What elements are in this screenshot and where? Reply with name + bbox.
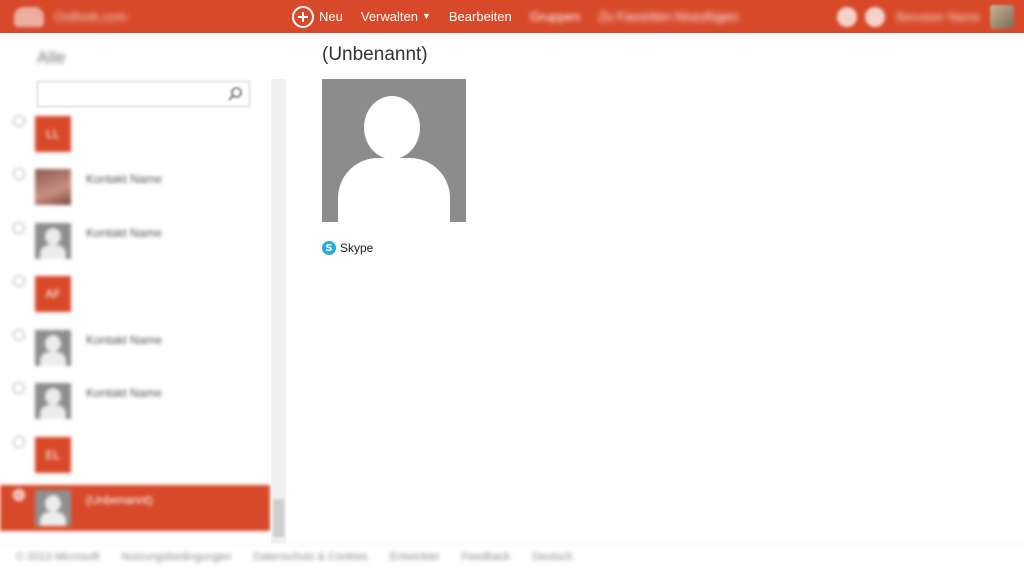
favorites-button[interactable]: Zu Favoriten hinzufügen xyxy=(598,0,738,33)
contact-list-item-name: (Unbenannt) xyxy=(86,493,153,507)
brand-title: Outlook.com xyxy=(54,9,127,24)
outlook-logo-icon xyxy=(14,6,44,27)
contact-list-item-name: Kontakt Name xyxy=(86,333,163,347)
contact-detail-pane: (Unbenannt) S Skype xyxy=(286,33,1024,544)
contact-tile xyxy=(35,383,71,419)
contact-name-heading: (Unbenannt) xyxy=(322,44,428,65)
user-name[interactable]: Benutzer Name xyxy=(897,10,980,24)
footer-link[interactable]: Feedback xyxy=(462,551,510,563)
favorites-label: Zu Favoriten hinzufügen xyxy=(598,9,739,24)
footer-link[interactable]: Datenschutz & Cookies xyxy=(253,551,367,563)
select-checkbox[interactable] xyxy=(13,436,25,448)
contact-list-item[interactable]: LL xyxy=(0,111,270,157)
scrollbar[interactable] xyxy=(271,79,286,544)
chevron-down-icon: ▼ xyxy=(421,10,431,21)
list-filter-title[interactable]: Alle xyxy=(37,48,65,68)
contact-tile xyxy=(35,169,71,205)
footer-link[interactable]: Entwickler xyxy=(390,551,440,563)
contact-tile: AF xyxy=(35,276,71,312)
groups-menu-label: Gruppen xyxy=(529,9,581,24)
contact-tile xyxy=(35,330,71,366)
skype-icon: S xyxy=(322,241,336,255)
search-icon[interactable] xyxy=(227,86,243,102)
contact-tile xyxy=(35,223,71,259)
select-checkbox[interactable] xyxy=(13,382,25,394)
edit-button-label: Bearbeiten xyxy=(448,9,512,24)
contact-avatar-placeholder xyxy=(322,79,466,222)
avatar-head-shape xyxy=(364,96,420,159)
contact-list-item[interactable]: Kontakt Name xyxy=(0,218,270,264)
skype-label: Skype xyxy=(340,241,374,255)
footer-link[interactable]: Deutsch xyxy=(532,551,572,563)
contact-list-item-name: Kontakt Name xyxy=(86,172,163,186)
contact-list-item[interactable]: EL xyxy=(0,432,270,478)
settings-icon[interactable] xyxy=(864,6,885,27)
contact-tile: EL xyxy=(35,437,71,473)
contact-list-item-name: Kontakt Name xyxy=(86,226,163,240)
search-input[interactable] xyxy=(38,82,223,106)
contact-tile: LL xyxy=(35,116,71,152)
manage-menu-label: Verwalten xyxy=(360,9,418,24)
plus-circle-icon xyxy=(292,5,314,28)
new-button[interactable]: Neu xyxy=(292,0,343,33)
select-checkbox[interactable] xyxy=(13,329,25,341)
app-brand[interactable]: Outlook.com xyxy=(0,0,290,33)
contact-list-item[interactable]: AF xyxy=(0,271,270,317)
avatar-body-shape xyxy=(338,158,450,222)
contact-list-item-name: Kontakt Name xyxy=(86,386,163,400)
select-checkbox[interactable] xyxy=(13,115,25,127)
contact-list-pane: Alle LL Kontakt Name Kontakt Name AF Kontakt… xyxy=(0,33,286,544)
select-checkbox[interactable] xyxy=(13,222,25,234)
contact-tile xyxy=(35,490,71,526)
select-checkbox[interactable] xyxy=(13,275,25,287)
groups-menu-button[interactable]: Gruppen xyxy=(530,0,581,33)
top-right-area: Benutzer Name xyxy=(829,0,1014,33)
messaging-icon[interactable] xyxy=(836,6,857,27)
top-bar: Outlook.com Neu Verwalten ▼ Bearbeiten G… xyxy=(0,0,1024,33)
edit-button[interactable]: Bearbeiten xyxy=(449,0,512,33)
select-checkbox[interactable] xyxy=(13,489,25,501)
scrollbar-thumb[interactable] xyxy=(273,499,284,537)
manage-menu-button[interactable]: Verwalten ▼ xyxy=(361,0,431,33)
contact-list-item[interactable]: Kontakt Name xyxy=(0,378,270,424)
user-avatar[interactable] xyxy=(990,4,1014,29)
contact-list-item[interactable]: Kontakt Name xyxy=(0,325,270,371)
new-button-label: Neu xyxy=(319,9,343,24)
contact-list-item[interactable]: Kontakt Name xyxy=(0,164,270,210)
search-box xyxy=(37,81,250,107)
select-checkbox[interactable] xyxy=(13,168,25,180)
footer-link[interactable]: © 2013 Microsoft xyxy=(16,551,99,563)
skype-link[interactable]: S Skype xyxy=(322,241,373,255)
footer-link[interactable]: Nutzungsbedingungen xyxy=(121,551,231,563)
contact-list-item[interactable]: (Unbenannt) xyxy=(0,485,270,531)
footer: © 2013 Microsoft Nutzungsbedingungen Daten… xyxy=(0,544,1024,568)
